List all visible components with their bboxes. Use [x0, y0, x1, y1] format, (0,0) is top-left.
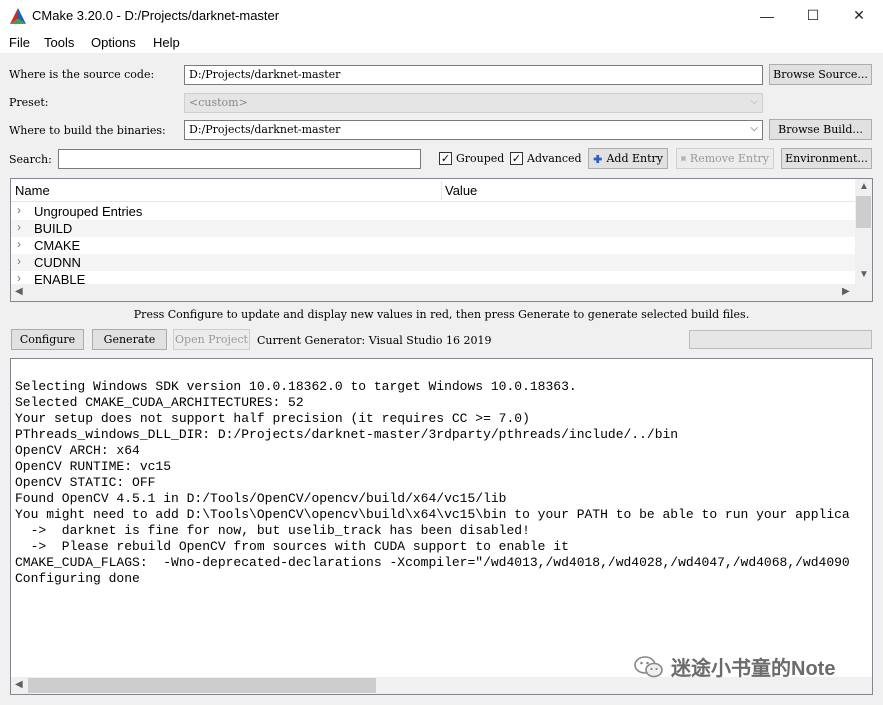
column-header-name[interactable]: Name [15, 183, 50, 198]
build-path-value: D:/Projects/darknet-master [189, 123, 341, 136]
tree-row-cmake[interactable]: › CMAKE [11, 237, 856, 254]
menu-bar: File Tools Options Help [0, 31, 883, 53]
tree-row-cudnn[interactable]: › CUDNN [11, 254, 856, 271]
grouped-checkbox[interactable]: ✓ Grouped [439, 152, 504, 165]
tree-row-label: BUILD [34, 221, 73, 236]
generate-button[interactable]: Generate [92, 329, 167, 350]
tree-header: Name Value [11, 179, 856, 202]
menu-options[interactable]: Options [91, 35, 136, 50]
tree-row-build[interactable]: › BUILD [11, 220, 856, 237]
tree-row-ungrouped[interactable]: › Ungrouped Entries [11, 203, 856, 220]
tree-row-label: CUDNN [34, 255, 81, 270]
open-project-button: Open Project [173, 329, 250, 350]
menu-tools[interactable]: Tools [44, 35, 74, 50]
chevron-down-icon[interactable]: ⌵ [750, 123, 758, 134]
add-entry-label: Add Entry [606, 152, 663, 165]
log-line: CMAKE_CUDA_FLAGS: -Wno-deprecated-declar… [15, 555, 850, 570]
chevron-right-icon[interactable]: › [17, 237, 21, 251]
search-label: Search: [9, 153, 52, 166]
log-line: -> Please rebuild OpenCV from sources wi… [15, 539, 569, 554]
tree-horizontal-scrollbar[interactable]: ◀ ▶ [11, 284, 872, 301]
log-line: Selecting Windows SDK version 10.0.18362… [15, 379, 577, 394]
menu-file[interactable]: File [9, 35, 30, 50]
log-line: OpenCV ARCH: x64 [15, 443, 140, 458]
title-bar: CMake 3.20.0 - D:/Projects/darknet-maste… [0, 0, 883, 31]
output-log[interactable]: Selecting Windows SDK version 10.0.18362… [10, 358, 873, 695]
scroll-up-icon[interactable]: ▲ [859, 181, 869, 192]
log-line: -> darknet is fine for now, but uselib_t… [15, 523, 530, 538]
environment-button[interactable]: Environment... [781, 148, 872, 169]
log-line: You might need to add D:\Tools\OpenCV\op… [15, 507, 850, 522]
plus-icon [593, 154, 602, 163]
watermark-text: 迷途小书童的Note [671, 658, 836, 680]
preset-select: <custom> ⌵ [184, 93, 763, 113]
search-input[interactable] [58, 149, 421, 169]
chevron-right-icon[interactable]: › [17, 203, 21, 217]
minimize-button[interactable]: — [744, 0, 790, 31]
log-line: OpenCV RUNTIME: vc15 [15, 459, 172, 474]
add-entry-button[interactable]: Add Entry [588, 148, 668, 169]
output-horizontal-scroll-thumb[interactable] [28, 678, 376, 693]
preset-label: Preset: [9, 96, 49, 109]
build-path-combo[interactable]: D:/Projects/darknet-master ⌵ [184, 120, 763, 140]
watermark: 迷途小书童的Note [633, 652, 835, 681]
scroll-left-icon[interactable]: ◀ [15, 679, 23, 690]
cmake-logo-icon [10, 8, 26, 24]
tree-row-label: Ungrouped Entries [34, 204, 143, 219]
preset-value: <custom> [189, 96, 248, 109]
remove-entry-label: Remove Entry [689, 152, 769, 165]
progress-bar [689, 330, 872, 349]
tree-vertical-scroll-thumb[interactable] [856, 196, 871, 228]
advanced-label: Advanced [527, 152, 582, 165]
log-line: Configuring done [15, 571, 140, 586]
maximize-button[interactable]: ☐ [790, 0, 836, 31]
cache-tree-view[interactable]: Name Value › Ungrouped Entries › BUILD ›… [10, 178, 873, 302]
tree-vertical-scrollbar[interactable]: ▲ ▼ [855, 179, 872, 285]
scroll-right-icon[interactable]: ▶ [842, 286, 850, 297]
build-label: Where to build the binaries: [9, 124, 166, 137]
chevron-right-icon[interactable]: › [17, 254, 21, 268]
log-line: OpenCV STATIC: OFF [15, 475, 156, 490]
output-lines: Selecting Windows SDK version 10.0.18362… [15, 363, 865, 619]
column-divider[interactable] [441, 181, 442, 200]
chevron-right-icon[interactable]: › [17, 220, 21, 234]
close-button[interactable]: ✕ [836, 0, 882, 31]
window-title: CMake 3.20.0 - D:/Projects/darknet-maste… [32, 8, 280, 23]
remove-x-icon [681, 156, 686, 161]
check-icon: ✓ [510, 152, 523, 165]
log-line: Your setup does not support half precisi… [15, 411, 530, 426]
grouped-label: Grouped [456, 152, 505, 165]
source-label: Where is the source code: [9, 68, 155, 81]
configure-button[interactable]: Configure [11, 329, 84, 350]
log-line: Found OpenCV 4.5.1 in D:/Tools/OpenCV/op… [15, 491, 507, 506]
current-generator-text: Current Generator: Visual Studio 16 2019 [257, 334, 492, 347]
browse-source-button[interactable]: Browse Source... [769, 64, 872, 85]
configure-hint-text: Press Configure to update and display ne… [133, 308, 750, 321]
close-icon: ✕ [853, 7, 865, 23]
maximize-icon: ☐ [806, 7, 820, 23]
remove-entry-button: Remove Entry [676, 148, 774, 169]
browse-build-button[interactable]: Browse Build... [769, 119, 872, 140]
check-icon: ✓ [439, 152, 452, 165]
column-header-value[interactable]: Value [445, 183, 477, 198]
minimize-icon: — [760, 7, 774, 24]
source-path-input[interactable]: D:/Projects/darknet-master [184, 65, 763, 85]
log-line: PThreads_windows_DLL_DIR: D:/Projects/da… [15, 427, 679, 442]
log-line: Selected CMAKE_CUDA_ARCHITECTURES: 52 [15, 395, 304, 410]
tree-row-label: CMAKE [34, 238, 81, 253]
scroll-down-icon[interactable]: ▼ [859, 269, 869, 280]
chevron-down-icon: ⌵ [750, 96, 758, 107]
wechat-icon [634, 655, 663, 677]
menu-help[interactable]: Help [153, 35, 180, 50]
advanced-checkbox[interactable]: ✓ Advanced [510, 152, 582, 165]
scroll-left-icon[interactable]: ◀ [15, 286, 23, 297]
chevron-right-icon[interactable]: › [17, 271, 21, 285]
